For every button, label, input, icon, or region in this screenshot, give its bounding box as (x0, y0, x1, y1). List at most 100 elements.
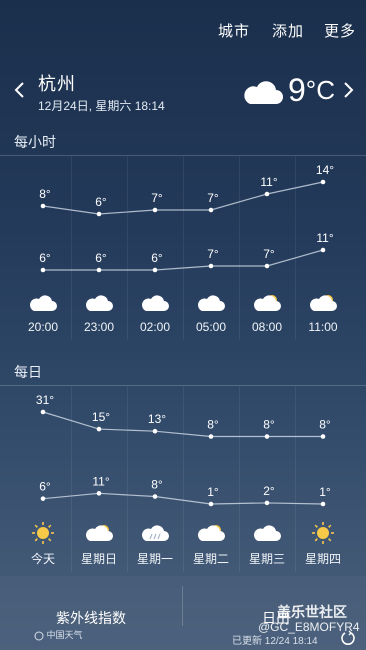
watermark-title: 盖乐世社区 (277, 604, 347, 620)
hourly-label: 每小时 (14, 134, 56, 150)
city-button[interactable]: 城市 (218, 20, 250, 41)
hourly-high-point (152, 207, 158, 213)
day-label: 星期二 (192, 552, 229, 566)
hourly-low-temp-label: 7° (207, 247, 219, 261)
daily-low-point (96, 491, 102, 496)
hourly-low-point (152, 267, 158, 273)
more-button[interactable]: 更多 (324, 20, 356, 41)
daily-high-temp-label: 8° (263, 418, 275, 432)
hourly-high-line (42, 181, 324, 215)
daily-label: 每日 (14, 364, 42, 380)
hourly-high-point (320, 179, 326, 185)
hourly-low-point (208, 263, 214, 269)
daily-high-temp-label: 8° (207, 418, 219, 432)
daily-low-point (152, 494, 158, 499)
daily-low-temp-label: 2° (263, 484, 275, 498)
hourly-forecast[interactable]: 8° 6° 7° 7° 11° 14° 6° 6° 6° 7° 7° 11° 20:00 23:00 02… (0, 156, 366, 340)
date-time: 12月24日, 星期六 18:14 (38, 99, 165, 113)
chevron-left-icon[interactable] (10, 78, 30, 102)
daily-high-point (96, 426, 102, 432)
daily-high-temp-label: 31° (36, 393, 54, 407)
hourly-high-temp-label: 7° (207, 191, 219, 205)
hourly-high-temp-label: 8° (39, 187, 51, 201)
uv-index-button[interactable]: 紫外线指数 (56, 608, 126, 628)
hourly-low-temp-label: 11° (316, 231, 333, 245)
hourly-low-line (43, 249, 324, 271)
hourly-low-temp-label: 6° (95, 251, 107, 265)
partly-sunny-icon (254, 295, 281, 311)
location-header: 杭州 12月24日, 星期六 18:14 9°C (0, 66, 366, 120)
daily-low-temp-label: 8° (151, 478, 163, 492)
add-button[interactable]: 添加 (272, 20, 304, 41)
daily-low-temp-label: 1° (319, 485, 331, 499)
daily-low-point (208, 501, 214, 507)
day-label: 星期一 (136, 552, 173, 566)
hourly-high-temp-label: 7° (151, 191, 163, 205)
daily-low-point (40, 496, 46, 501)
cloud-rain-icon (142, 525, 169, 541)
hourly-high-point (96, 211, 102, 217)
hourly-low-point (320, 247, 326, 253)
daily-high-point (40, 409, 46, 415)
daily-high-point (208, 434, 214, 439)
logo-icon (34, 631, 44, 641)
daily-high-temp-label: 13° (148, 412, 166, 426)
hour-label: 02:00 (139, 320, 171, 334)
weather-logo: 中国天气 (34, 628, 83, 641)
cloud-icon (254, 525, 281, 541)
divider (182, 586, 183, 626)
cloud-icon (86, 295, 113, 311)
sun-icon (312, 522, 334, 544)
refresh-icon[interactable] (340, 630, 356, 646)
logo-text: 中国天气 (46, 630, 83, 640)
daily-low-point (320, 501, 326, 507)
daily-high-temp-label: 8° (319, 418, 331, 432)
daily-high-line (42, 411, 323, 438)
daily-forecast[interactable]: 31° 15° 13° 8° 8° 8° 6° 11° 8° 1° 2° 1° 今天 星期日 星期一 星期二… (0, 386, 366, 572)
hourly-low-point (40, 267, 46, 273)
current-temp-unit: °C (305, 75, 335, 105)
daily-high-point (152, 428, 158, 434)
hour-label: 08:00 (251, 320, 283, 334)
hour-label: 11:00 (308, 320, 338, 334)
top-bar: 城市 添加 更多 (0, 0, 366, 58)
hourly-temperature-chart: 8° 6° 7° 7° 11° 14° 6° 6° 6° 7° 7° 11° (39, 163, 334, 273)
hourly-high-point (40, 203, 46, 209)
bottom-bar: 紫外线指数 日出 中国天气 盖乐世社区 @GC_E8MOFYR4 已更新 12/… (0, 576, 366, 650)
current-temp-value: 9 (288, 72, 306, 108)
hourly-high-temp-label: 14° (316, 163, 334, 177)
daily-low-temp-label: 11° (92, 474, 109, 488)
day-label: 星期日 (80, 552, 117, 566)
daily-low-temp-label: 6° (39, 480, 51, 494)
chevron-right-icon[interactable] (338, 78, 358, 102)
hourly-low-point (96, 267, 102, 273)
hour-label: 05:00 (195, 320, 227, 334)
day-label: 星期四 (304, 552, 341, 566)
hour-label: 20:00 (27, 320, 59, 334)
sun-icon (32, 522, 54, 544)
cloud-icon (30, 295, 57, 311)
daily-low-line (42, 492, 324, 505)
hourly-high-temp-label: 6° (95, 195, 107, 209)
partly-sunny-icon (86, 525, 113, 541)
hourly-low-temp-label: 6° (39, 251, 51, 265)
hour-label: 23:00 (83, 320, 115, 334)
updated-time: 已更新 12/24 18:14 (232, 636, 318, 647)
hourly-low-temp-label: 6° (151, 251, 163, 265)
cloud-icon (244, 81, 283, 104)
daily-low-temp-label: 1° (207, 485, 219, 499)
partly-sunny-icon (310, 295, 337, 311)
daily-high-point (320, 434, 326, 439)
cloud-icon (142, 295, 169, 311)
hourly-high-point (264, 191, 270, 197)
daily-low-point (264, 500, 270, 506)
hourly-low-temp-label: 7° (263, 247, 275, 261)
daily-high-temp-label: 15° (92, 410, 110, 424)
hourly-high-point (208, 207, 214, 213)
city-name: 杭州 (38, 74, 76, 94)
current-temperature: 9°C (288, 72, 335, 109)
partly-sunny-icon (198, 525, 225, 541)
cloud-icon (198, 295, 225, 311)
daily-temperature-chart: 31° 15° 13° 8° 8° 8° 6° 11° 8° 1° 2° 1° (36, 393, 331, 507)
day-label: 星期三 (248, 552, 285, 566)
